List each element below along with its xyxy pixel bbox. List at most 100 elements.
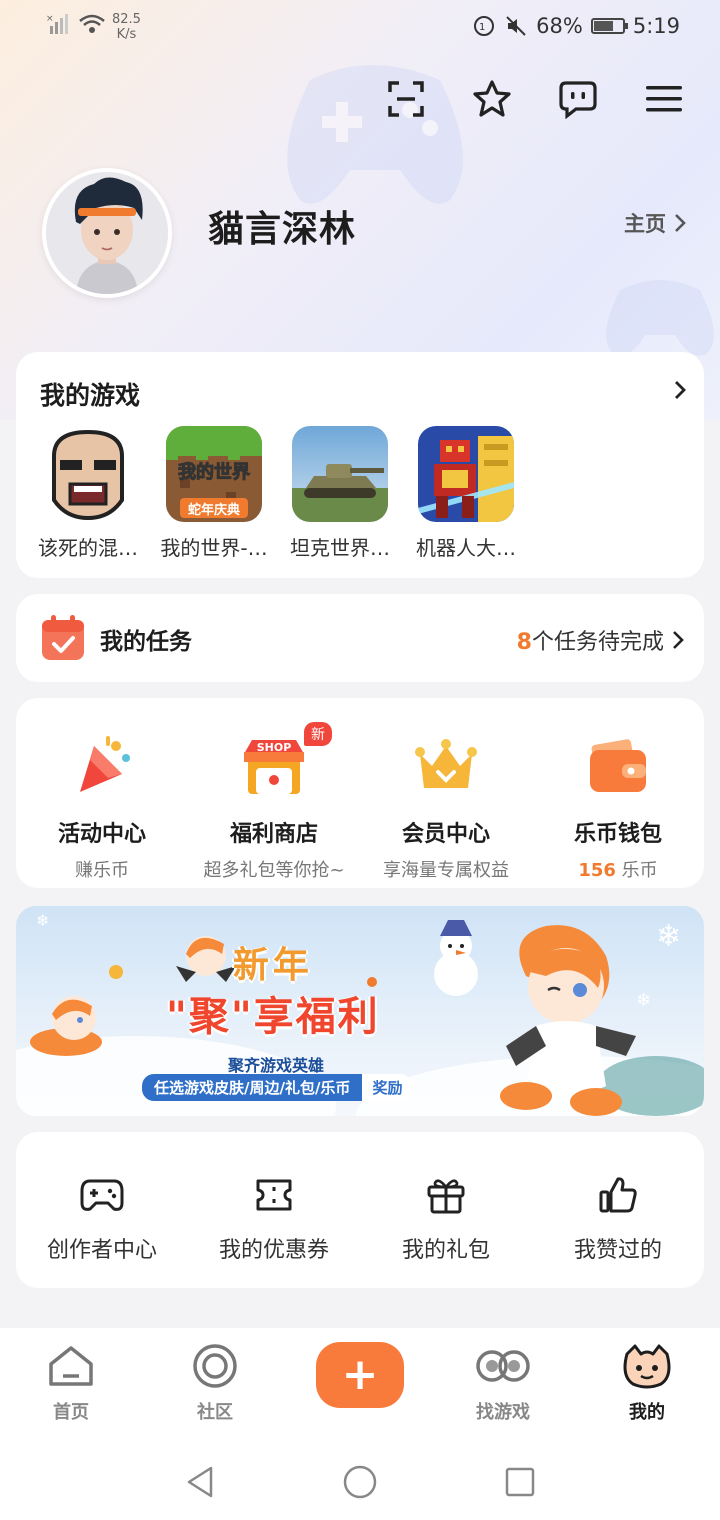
menu-button[interactable] <box>644 76 684 122</box>
new-badge: 新 <box>304 722 332 746</box>
nav-find-games[interactable]: 找游戏 <box>448 1342 558 1424</box>
my-gift-packs[interactable]: 我的礼包 <box>360 1174 532 1264</box>
wallet-icon <box>586 734 650 798</box>
thumbs-up-icon <box>599 1177 637 1213</box>
bottom-navigation: 首页 社区 + 找游戏 我的 <box>0 1328 720 1440</box>
task-status[interactable]: 8个任务待完成 <box>517 624 684 656</box>
svg-text:蛇年庆典: 蛇年庆典 <box>188 502 240 518</box>
banner-title: 新年 "聚"享福利 <box>166 936 380 1042</box>
crown-icon <box>414 734 478 798</box>
nav-label: 我的 <box>629 1402 665 1423</box>
game-icon: 我的世界 蛇年庆典 <box>166 426 262 522</box>
coin-wallet[interactable]: 乐币钱包 156 乐币 <box>532 734 704 882</box>
activity-center[interactable]: 活动中心 赚乐币 <box>16 734 188 882</box>
game-name: 机器人大… <box>416 536 516 560</box>
create-post-button[interactable]: + <box>316 1342 404 1408</box>
game-icon <box>292 426 388 522</box>
my-likes[interactable]: 我赞过的 <box>532 1174 704 1264</box>
gamepad-decoration-icon <box>606 280 714 356</box>
game-icon <box>418 426 514 522</box>
star-icon <box>473 80 511 117</box>
messages-button[interactable] <box>558 76 598 122</box>
creator-center[interactable]: 创作者中心 <box>16 1174 188 1264</box>
home-page-link[interactable]: 主页 <box>624 208 686 238</box>
scan-icon <box>388 81 424 117</box>
home-link-label: 主页 <box>624 212 666 236</box>
service-sub: 156 乐币 <box>532 856 704 882</box>
nav-label: 找游戏 <box>476 1402 530 1423</box>
username: 貓言深林 <box>208 209 357 250</box>
svg-text:❄: ❄ <box>656 919 681 954</box>
tool-name: 创作者中心 <box>46 1238 157 1263</box>
home-system-button[interactable] <box>340 1462 380 1502</box>
avatar[interactable] <box>42 168 172 298</box>
signal-icon: × <box>46 14 68 34</box>
battery-icon <box>590 18 628 34</box>
shop-icon: SHOP 新 <box>242 722 332 798</box>
network-speed: 82.5 K/s <box>112 12 141 42</box>
task-count: 8 <box>516 630 532 655</box>
nav-me[interactable]: 我的 <box>592 1342 702 1424</box>
favorites-button[interactable] <box>472 76 512 122</box>
chevron-right-icon <box>675 214 686 232</box>
banner-reward-end: 奖励 <box>362 1074 413 1101</box>
game-item[interactable]: 我的世界 蛇年庆典 我的世界-… <box>152 426 276 561</box>
coin-balance: 156 <box>578 860 616 881</box>
tool-name: 我的优惠券 <box>218 1238 329 1263</box>
battery-percent: 68% <box>536 14 583 38</box>
system-navigation-bar <box>0 1440 720 1520</box>
chevron-right-icon[interactable] <box>674 380 686 400</box>
gift-icon <box>427 1179 465 1214</box>
my-coupons[interactable]: 我的优惠券 <box>188 1174 360 1264</box>
service-sub: 超多礼包等你抢~ <box>203 860 345 881</box>
nav-community[interactable]: 社区 <box>160 1342 270 1424</box>
home-icon <box>49 1346 93 1386</box>
gamepad-decoration-icon <box>287 65 463 204</box>
member-center[interactable]: 会员中心 享海量专属权益 <box>360 734 532 882</box>
game-name: 坦克世界… <box>290 536 390 560</box>
find-games-icon <box>476 1350 530 1382</box>
message-icon <box>559 81 597 119</box>
my-games-card: 我的游戏 该死的混… 我的世界 蛇年庆典 我的世界-… 坦克世界… 机器人大… <box>16 352 704 578</box>
nav-label: 首页 <box>53 1402 89 1423</box>
back-button[interactable] <box>180 1462 220 1502</box>
game-name: 该死的混… <box>38 536 138 560</box>
home-circle-icon <box>343 1465 377 1499</box>
status-bar: × 82.5 K/s 1 68% 5:19 <box>0 0 720 56</box>
tools-card: 创作者中心 我的优惠券 我的礼包 我赞过的 <box>16 1132 704 1288</box>
promo-banner[interactable]: ❄ ❄ ❄ 新年 "聚"享福利 聚齐游戏英雄 任选游戏皮肤/周边/礼包/乐币 奖… <box>16 906 704 1116</box>
wifi-icon <box>79 14 105 33</box>
welfare-shop[interactable]: SHOP 新 福利商店 超多礼包等你抢~ <box>188 722 360 882</box>
gamepad-icon <box>80 1179 124 1211</box>
game-item[interactable]: 坦克世界… <box>278 426 402 561</box>
my-tasks-title: 我的任务 <box>100 629 192 655</box>
service-name: 福利商店 <box>229 822 318 847</box>
recents-button[interactable] <box>500 1462 540 1502</box>
tool-name: 我赞过的 <box>573 1238 662 1263</box>
game-icon <box>40 426 136 522</box>
banner-title-line1: 新年 <box>232 945 313 986</box>
service-name: 活动中心 <box>57 822 146 847</box>
services-card: 活动中心 赚乐币 SHOP 新 福利商店 超多礼包等你抢~ 会员中心 享海量专属… <box>16 698 704 888</box>
banner-reward-line: 任选游戏皮肤/周边/礼包/乐币 奖励 <box>142 1074 413 1101</box>
svg-text:1: 1 <box>479 22 485 33</box>
game-item[interactable]: 机器人大… <box>404 426 528 561</box>
calendar-check-icon <box>42 615 84 660</box>
clock: 5:19 <box>632 14 680 38</box>
dnd-icon: 1 <box>474 16 495 36</box>
game-item[interactable]: 该死的混… <box>26 426 150 561</box>
avatar-image <box>46 172 168 294</box>
community-icon <box>193 1344 237 1388</box>
my-tasks-card[interactable]: 我的任务 8个任务待完成 <box>16 594 704 682</box>
banner-subtitle: 聚齐游戏英雄 <box>228 1056 325 1075</box>
menu-icon <box>646 86 682 112</box>
coin-unit: 乐币 <box>621 860 658 881</box>
scan-button[interactable] <box>386 76 426 122</box>
banner-reward-text: 任选游戏皮肤/周边/礼包/乐币 <box>142 1074 363 1101</box>
service-name: 会员中心 <box>401 822 490 847</box>
game-name: 我的世界-… <box>160 536 268 560</box>
nav-home[interactable]: 首页 <box>16 1342 126 1424</box>
party-popper-icon <box>70 734 134 798</box>
recents-square-icon <box>505 1467 535 1497</box>
mute-icon <box>506 16 526 36</box>
